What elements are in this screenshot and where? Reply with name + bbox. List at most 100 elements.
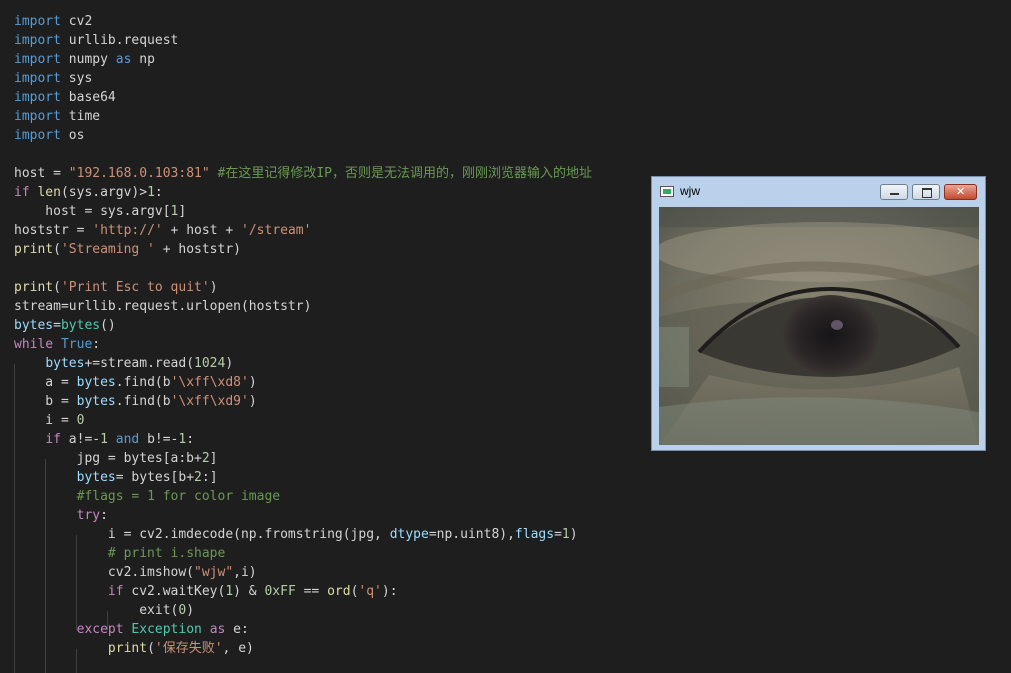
code-line[interactable]: import time [14, 107, 100, 126]
code-line[interactable]: try: [14, 506, 108, 525]
code-line[interactable]: exit(0) [14, 601, 194, 620]
code-token: ) & [233, 584, 265, 599]
code-token: "192.168.0.103:81" [68, 166, 210, 181]
code-token: len [37, 185, 61, 200]
code-line[interactable]: #flags = 1 for color image [14, 487, 281, 506]
code-token: os [60, 128, 85, 143]
code-token: 1 [147, 185, 155, 200]
maximize-button[interactable] [912, 184, 940, 200]
code-token: sys [60, 71, 93, 86]
code-line[interactable]: import sys [14, 69, 92, 88]
code-token: import [14, 90, 61, 105]
code-line[interactable]: host = "192.168.0.103:81" #在这里记得修改IP，否则是… [14, 164, 592, 183]
window-title-bar[interactable]: wjw [652, 177, 985, 205]
code-token: () [100, 318, 116, 333]
code-line[interactable]: i = 0 [14, 411, 84, 430]
code-token: urllib.request [60, 33, 179, 48]
code-line[interactable]: hoststr = 'http://' + host + '/stream' [14, 221, 311, 240]
code-token: .find(b [115, 375, 171, 390]
code-line[interactable]: if cv2.waitKey(1) & 0xFF == ord('q'): [14, 582, 398, 601]
code-token: hoststr = [14, 223, 93, 238]
code-token: stream=urllib.request.urlopen(hoststr) [14, 299, 312, 314]
code-token: , e) [222, 641, 254, 656]
code-token: exit( [14, 603, 179, 618]
code-token: :] [201, 470, 218, 485]
code-token: : [100, 508, 108, 523]
window-title: wjw [680, 184, 700, 198]
code-token: '保存失败' [154, 641, 223, 656]
code-token: (sys.argv)> [60, 185, 148, 200]
code-line[interactable]: bytes= bytes[b+2:] [14, 468, 218, 487]
code-token: bytes [60, 318, 101, 333]
code-token: 1 [225, 584, 234, 599]
code-token: .find(b [115, 394, 171, 409]
code-line[interactable]: if len(sys.argv)>1: [14, 183, 163, 202]
code-token: host = [14, 166, 69, 181]
code-line[interactable]: b = bytes.find(b'\xff\xd9') [14, 392, 256, 411]
code-token: ) [248, 375, 257, 390]
code-line[interactable]: bytes=bytes() [14, 316, 116, 335]
opencv-preview-window[interactable]: wjw [651, 176, 986, 451]
minimize-button[interactable] [880, 184, 908, 200]
code-token: '/stream' [241, 223, 312, 238]
code-token: ] [209, 451, 218, 466]
code-token: np [131, 52, 155, 67]
code-line[interactable]: jpg = bytes[a:b+2] [14, 449, 218, 468]
code-line[interactable]: stream=urllib.request.urlopen(hoststr) [14, 297, 311, 316]
code-line[interactable]: print('Print Esc to quit') [14, 278, 218, 297]
code-token: ) [569, 527, 578, 542]
code-token: + hoststr) [154, 242, 241, 257]
code-line[interactable]: a = bytes.find(b'\xff\xd8') [14, 373, 257, 392]
code-line[interactable]: i = cv2.imdecode(np.fromstring(jpg, dtyp… [14, 525, 578, 544]
code-token: cv2.waitKey( [123, 584, 226, 599]
code-token: 'Print Esc to quit' [60, 280, 210, 295]
code-token: time [60, 109, 101, 124]
code-token: if [14, 185, 30, 200]
code-token: = [53, 318, 61, 333]
code-line[interactable]: while True: [14, 335, 100, 354]
code-token: bytes [76, 394, 116, 409]
code-token: a = [14, 375, 77, 390]
code-line[interactable]: host = sys.argv[1] [14, 202, 186, 221]
code-line[interactable]: print('Streaming ' + hoststr) [14, 240, 241, 259]
code-token: cv2 [60, 14, 93, 29]
code-line[interactable]: bytes+=stream.read(1024) [14, 354, 233, 373]
code-token: ) [209, 280, 218, 295]
code-line[interactable]: # print i.shape [14, 544, 225, 563]
code-token: import [14, 52, 61, 67]
code-line[interactable]: cv2.imshow("wjw",i) [14, 563, 257, 582]
code-line[interactable]: import numpy as np [14, 50, 155, 69]
code-line[interactable]: import urllib.request [14, 31, 178, 50]
code-token: "wjw" [194, 565, 234, 580]
code-line[interactable]: import os [14, 126, 84, 145]
close-button[interactable] [944, 184, 977, 200]
code-token: ] [178, 204, 187, 219]
code-token: and [115, 432, 140, 447]
code-token: bytes [14, 318, 54, 333]
code-token: : [92, 337, 101, 352]
code-token: 1 [100, 432, 108, 447]
code-token: cv2.imshow( [14, 565, 195, 580]
code-token: '\xff\xd8' [170, 375, 249, 390]
code-line[interactable]: except Exception as e: [14, 620, 249, 639]
code-token: ,i) [233, 565, 257, 580]
code-line[interactable]: print('保存失败', e) [14, 639, 254, 658]
code-token: 'http://' [92, 223, 163, 238]
code-line[interactable]: import cv2 [14, 12, 92, 31]
code-token: '\xff\xd9' [170, 394, 249, 409]
code-line[interactable]: if a!=-1 and b!=-1: [14, 430, 194, 449]
code-token: b!=- [139, 432, 179, 447]
code-line[interactable]: import base64 [14, 88, 116, 107]
code-token: #flags = 1 for color image [76, 489, 281, 504]
